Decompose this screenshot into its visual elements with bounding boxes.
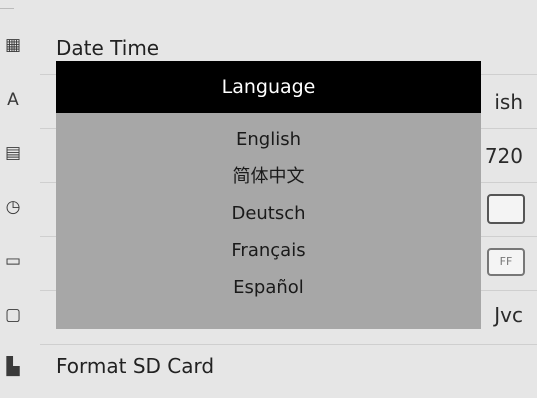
calendar-icon: ▦: [4, 34, 22, 55]
menu-item-label: Format SD Card: [56, 354, 215, 378]
language-option-espanol[interactable]: Español: [56, 269, 481, 306]
clock-icon: ◷: [5, 196, 21, 217]
language-option-deutsch[interactable]: Deutsch: [56, 195, 481, 232]
clock-toggle[interactable]: [487, 194, 525, 224]
ruler-icon: ▭: [4, 250, 22, 271]
menu-item-format-sd-card[interactable]: ▙ Format SD Card: [0, 344, 537, 398]
film-resolution-icon: ▤: [4, 142, 22, 163]
language-options: English 简体中文 Deutsch Français Español: [56, 113, 481, 306]
language-dialog: Language English 简体中文 Deutsch Français E…: [56, 61, 481, 329]
language-option-english[interactable]: English: [56, 121, 481, 158]
language-option-chinese[interactable]: 简体中文: [56, 158, 481, 195]
language-option-francais[interactable]: Français: [56, 232, 481, 269]
menu-item-label: Date Time: [56, 36, 160, 60]
video-format-value: Jvc: [494, 303, 523, 327]
language-value: ish: [494, 90, 523, 114]
text-language-icon: A: [7, 89, 19, 110]
ruler-toggle[interactable]: FF: [487, 248, 525, 276]
resolution-value: 720: [484, 144, 523, 168]
video-camera-icon: ▢: [4, 304, 22, 325]
sd-card-icon: ▙: [6, 356, 20, 377]
dialog-title: Language: [56, 61, 481, 113]
